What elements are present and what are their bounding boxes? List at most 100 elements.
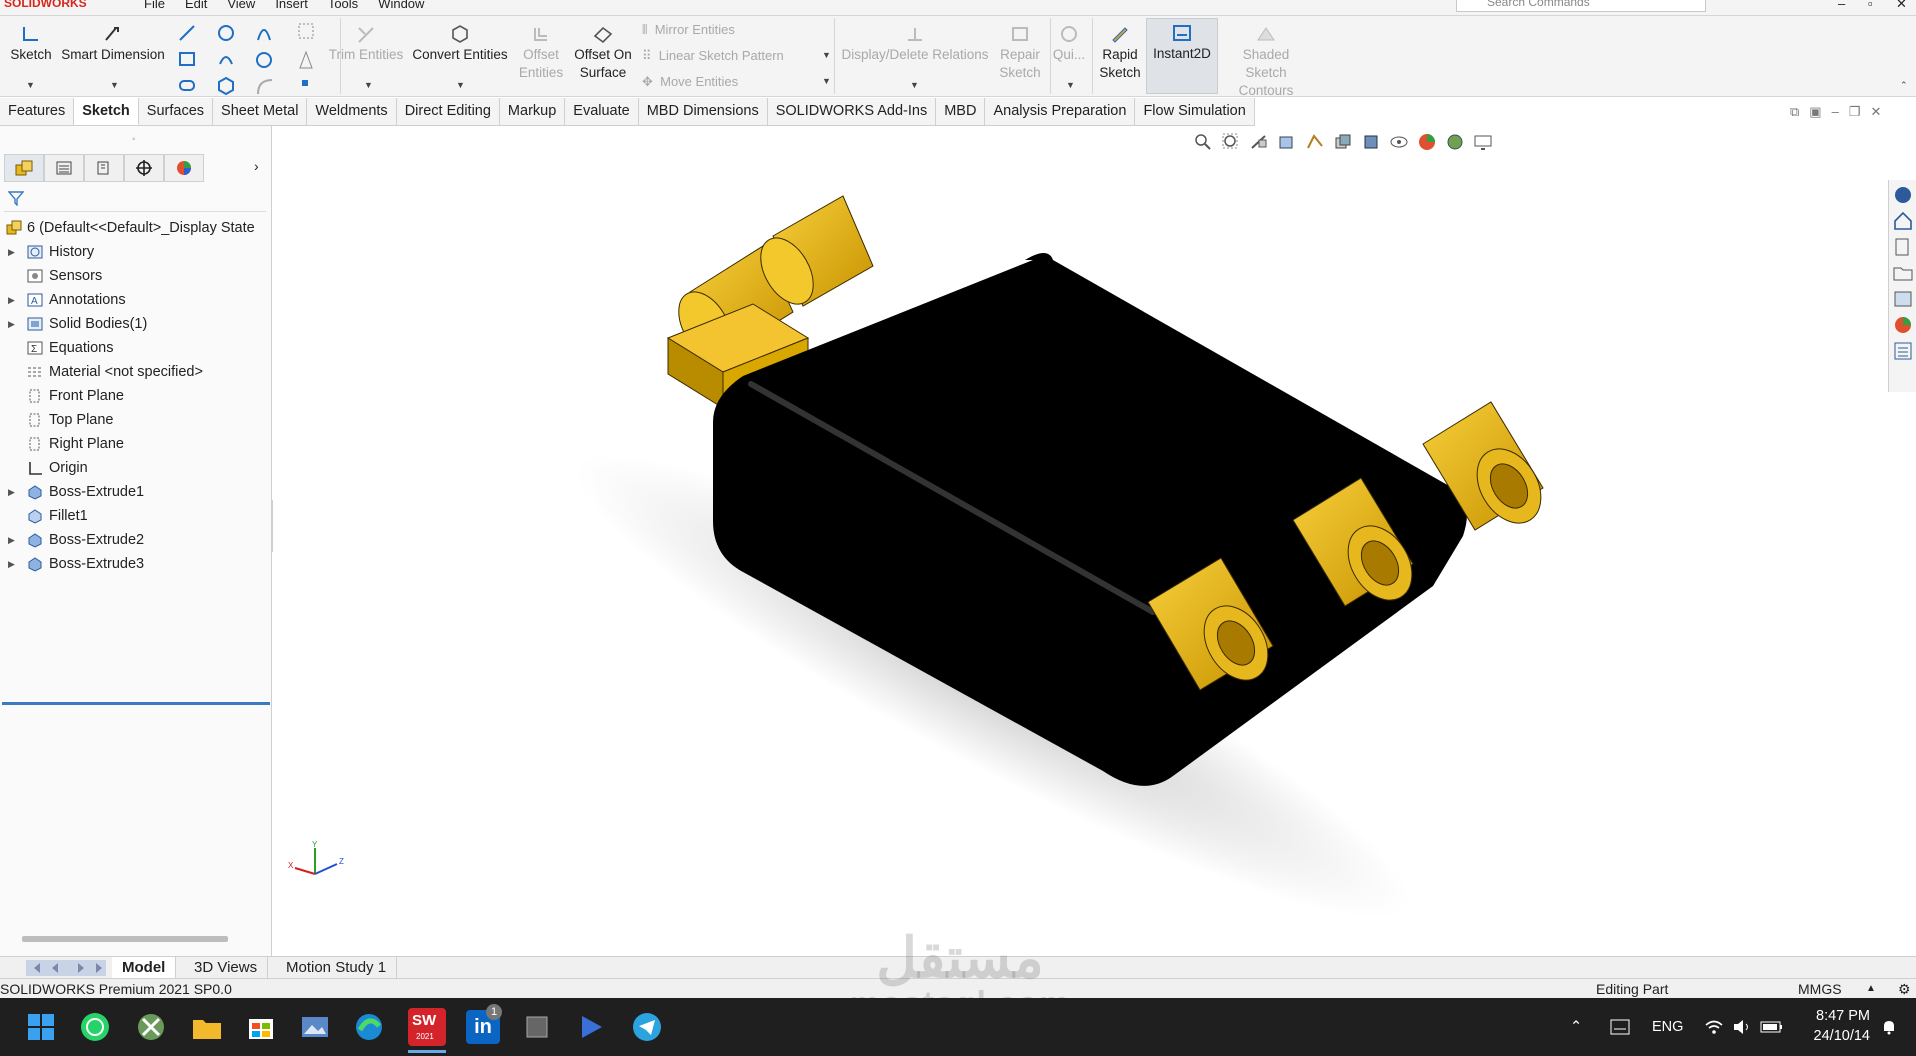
close-window-icon[interactable]: ✕ — [1896, 0, 1907, 12]
mirror-entities-button[interactable]: ⫴ Mirror Entities — [642, 22, 735, 38]
chevron-right-icon[interactable]: › — [254, 158, 259, 174]
pane-grip-icon[interactable]: ◦ — [132, 134, 136, 145]
expand-arrow-icon[interactable]: ▶ — [8, 240, 15, 264]
expand-arrow-icon[interactable]: ▶ — [8, 552, 15, 576]
tab-mbd-dimensions[interactable]: MBD Dimensions — [638, 98, 768, 125]
chevron-up-tray-icon[interactable]: ⌃ — [1570, 998, 1582, 1056]
tab-mbd[interactable]: MBD — [936, 98, 986, 125]
tab-direct-editing[interactable]: Direct Editing — [396, 98, 500, 125]
home-icon[interactable] — [1892, 210, 1914, 232]
clock[interactable]: 8:47 PM 24/10/14 — [1800, 1006, 1870, 1046]
doc-minimize-icon[interactable]: – — [1832, 104, 1839, 120]
custom-properties-icon[interactable] — [1892, 340, 1914, 362]
horizontal-scrollbar[interactable] — [22, 936, 228, 942]
configuration-manager-tab[interactable] — [84, 154, 124, 182]
collapse-ribbon-icon[interactable]: ⌃ — [1900, 80, 1908, 91]
tree-item-boss-extrude2[interactable]: ▶ Boss-Extrude2 — [0, 528, 272, 552]
window-icon[interactable]: ▣ — [1809, 104, 1821, 120]
tab-motion-study-1[interactable]: Motion Study 1 — [276, 957, 398, 979]
telegram-icon[interactable] — [630, 1010, 664, 1044]
solidworks-taskbar-icon[interactable]: SW 2021 — [408, 1008, 446, 1046]
tab-surfaces[interactable]: Surfaces — [138, 98, 214, 125]
photos-icon[interactable] — [298, 1010, 332, 1044]
tree-item-right-plane[interactable]: Right Plane — [0, 432, 272, 456]
whatsapp-icon[interactable] — [78, 1010, 112, 1044]
store-icon[interactable] — [244, 1010, 278, 1044]
menu-tools[interactable]: Tools — [328, 0, 358, 11]
tab-sketch[interactable]: Sketch — [74, 98, 139, 125]
start-icon[interactable] — [24, 1010, 58, 1044]
expand-arrow-icon[interactable]: ▶ — [8, 288, 15, 312]
display-manager-tab[interactable] — [164, 154, 204, 182]
tab-3d-views[interactable]: 3D Views — [184, 957, 269, 979]
doc-restore-icon[interactable]: ❐ — [1849, 104, 1861, 120]
model-view[interactable] — [273, 126, 1916, 956]
sketch-extras-tools[interactable] — [296, 20, 320, 96]
menu-edit[interactable]: Edit — [185, 0, 207, 11]
offset-entities-button[interactable]: Offset Entities — [514, 20, 568, 82]
search-commands-input[interactable]: Search Commands — [1456, 0, 1706, 12]
unit-system-selector[interactable]: MMGS — [1798, 979, 1842, 999]
shaded-sketch-contours-button[interactable]: Shaded Sketch Contours — [1222, 20, 1310, 100]
keyboard-icon[interactable] — [1610, 1018, 1630, 1036]
tree-item-fillet1[interactable]: Fillet1 — [0, 504, 272, 528]
tree-root-part[interactable]: 6 (Default<<Default>_Display State — [0, 216, 272, 240]
rapid-sketch-button[interactable]: Rapid Sketch — [1096, 20, 1144, 82]
tab-evaluate[interactable]: Evaluate — [565, 98, 639, 125]
app-window-icon[interactable] — [520, 1010, 554, 1044]
edge-icon[interactable] — [352, 1010, 386, 1044]
smart-dimension-button[interactable]: Smart Dimension — [60, 20, 166, 64]
appearances-icon[interactable] — [1892, 314, 1914, 336]
sketch-dropdown-icon[interactable]: ▼ — [26, 80, 35, 90]
move-entities-button[interactable]: ✥ Move Entities — [642, 74, 738, 90]
convert-entities-button[interactable]: Convert Entities — [410, 20, 510, 64]
expand-arrow-icon[interactable]: ▶ — [8, 528, 15, 552]
design-library-icon[interactable] — [1892, 236, 1914, 258]
menu-view[interactable]: View — [227, 0, 255, 11]
restore-window-icon[interactable]: ▫ — [1868, 0, 1873, 11]
tab-solidworks-addins[interactable]: SOLIDWORKS Add-Ins — [767, 98, 937, 125]
expand-arrow-icon[interactable]: ▶ — [8, 312, 15, 336]
media-player-icon[interactable] — [574, 1010, 608, 1044]
linear-sketch-pattern-button[interactable]: ⠿ Linear Sketch Pattern — [642, 48, 784, 64]
tree-filter[interactable] — [4, 186, 266, 212]
tree-item-sensors[interactable]: Sensors — [0, 264, 272, 288]
tree-item-annotations[interactable]: ▶ A Annotations — [0, 288, 272, 312]
menu-window[interactable]: Window — [378, 0, 424, 11]
tree-item-equations[interactable]: Σ Equations — [0, 336, 272, 360]
rebuild-status-icon[interactable]: ⚙ — [1898, 979, 1911, 999]
file-explorer-taskbar-icon[interactable] — [190, 1010, 224, 1044]
wifi-icon[interactable] — [1704, 1018, 1724, 1036]
notification-bell-icon[interactable] — [1880, 1018, 1898, 1036]
xbox-icon[interactable] — [134, 1010, 168, 1044]
view-palette-icon[interactable] — [1892, 288, 1914, 310]
battery-icon[interactable] — [1760, 1018, 1784, 1036]
feature-manager-tab[interactable] — [4, 154, 44, 182]
convert-dropdown-icon[interactable]: ▼ — [456, 80, 465, 90]
trim-entities-button[interactable]: Trim Entities — [326, 20, 406, 64]
language-indicator[interactable]: ENG — [1652, 998, 1683, 1056]
tile-icon[interactable]: ⧉ — [1790, 104, 1799, 120]
dimension-dropdown-icon[interactable]: ▼ — [110, 80, 119, 90]
rollback-bar[interactable] — [2, 702, 270, 705]
tree-item-origin[interactable]: Origin — [0, 456, 272, 480]
tree-item-front-plane[interactable]: Front Plane — [0, 384, 272, 408]
menu-file[interactable]: File — [144, 0, 165, 11]
sketch-button[interactable]: Sketch — [8, 20, 54, 64]
tree-item-material-not-specified[interactable]: Material <not specified> — [0, 360, 272, 384]
quick-snaps-button[interactable]: Qui... — [1052, 20, 1086, 64]
tree-item-top-plane[interactable]: Top Plane — [0, 408, 272, 432]
property-manager-tab[interactable] — [44, 154, 84, 182]
menu-insert[interactable]: Insert — [275, 0, 308, 11]
tab-features[interactable]: Features — [0, 98, 75, 125]
tree-item-boss-extrude1[interactable]: ▶ Boss-Extrude1 — [0, 480, 272, 504]
sketch-entities-tools[interactable] — [176, 20, 306, 96]
tab-scroll-arrows[interactable] — [26, 960, 106, 976]
file-explorer-icon[interactable] — [1892, 262, 1914, 284]
tab-markup[interactable]: Markup — [499, 98, 566, 125]
solidworks-resources-icon[interactable] — [1892, 184, 1914, 206]
graphics-area[interactable]: Y X Z — [273, 126, 1916, 956]
tab-sheet-metal[interactable]: Sheet Metal — [213, 98, 308, 125]
repair-sketch-button[interactable]: Repair Sketch — [996, 20, 1044, 82]
display-delete-relations-button[interactable]: Display/Delete Relations — [840, 20, 990, 64]
